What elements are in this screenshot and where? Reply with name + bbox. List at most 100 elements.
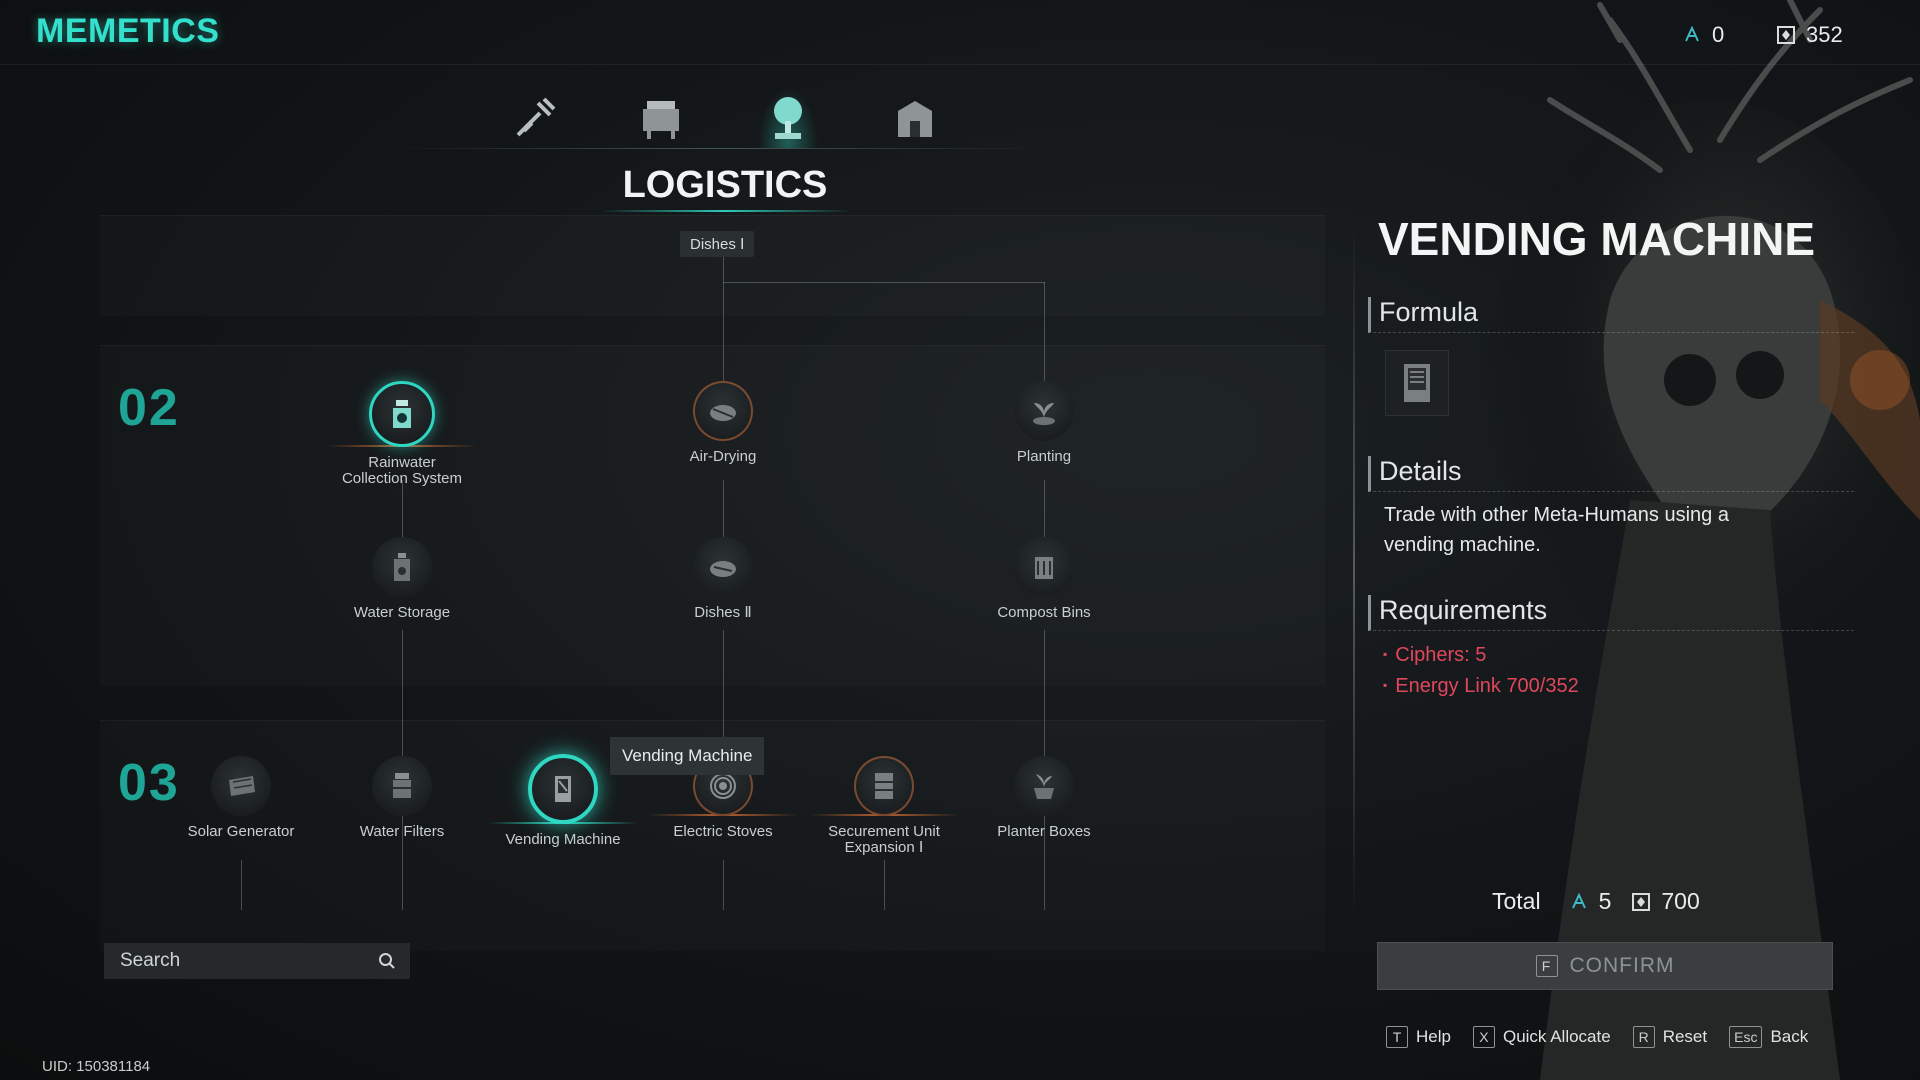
node-water-filters[interactable]: Water Filters	[327, 756, 477, 840]
section-title-glow	[600, 210, 850, 212]
hint-label: Back	[1770, 1027, 1809, 1046]
node-label: Planter Boxes	[997, 823, 1091, 840]
back-hint[interactable]: Esc Back	[1729, 1026, 1808, 1048]
water-jug-icon	[372, 537, 432, 597]
key-badge: T	[1386, 1026, 1408, 1048]
cipher-icon	[1685, 25, 1699, 42]
section-title: LOGISTICS	[622, 164, 828, 206]
node-tooltip: Vending Machine	[610, 737, 765, 775]
vending-machine-icon	[1404, 364, 1430, 402]
workbench-icon	[643, 101, 679, 139]
total-label: Total	[1492, 888, 1541, 914]
ciphers-counter: 0	[1682, 22, 1724, 48]
node-label: Rainwater Collection System	[341, 454, 463, 487]
details-text: Trade with other Meta-Humans using a ven…	[1384, 504, 1729, 556]
drying-rack-icon	[693, 381, 753, 441]
reset-hint[interactable]: R Reset	[1632, 1026, 1708, 1048]
wrench-tools-icon	[516, 97, 556, 137]
bottle-icon	[369, 381, 435, 447]
search-box[interactable]	[104, 943, 410, 979]
page-title: MEMETICS	[36, 12, 220, 50]
total-energy: 700	[1661, 888, 1700, 914]
requirement-energy-link: Energy Link 700/352	[1383, 675, 1578, 698]
node-water-storage[interactable]: Water Storage	[327, 537, 477, 621]
node-planter-boxes[interactable]: Planter Boxes	[969, 756, 1119, 840]
connector	[723, 630, 724, 740]
node-label: Air-Drying	[689, 448, 757, 465]
filter-icon	[372, 756, 432, 816]
node-securement-unit-expansion[interactable]: Securement Unit Expansion Ⅰ	[809, 756, 959, 856]
search-input[interactable]	[118, 949, 362, 973]
vending-machine-icon	[528, 754, 598, 824]
solar-panel-icon	[211, 756, 271, 816]
cipher-icon	[1571, 892, 1586, 908]
tier-02-label: 02	[118, 379, 180, 437]
node-solar-generator[interactable]: Solar Generator	[166, 756, 316, 840]
building-icon	[898, 101, 932, 137]
node-compost-bins[interactable]: Compost Bins	[969, 537, 1119, 621]
details-heading: Details	[1368, 456, 1854, 492]
panel-divider	[1353, 220, 1355, 920]
node-planting[interactable]: Planting	[969, 381, 1119, 465]
node-label: Planting	[1016, 448, 1072, 465]
confirm-label: CONFIRM	[1569, 954, 1675, 977]
tab-workbench[interactable]	[632, 88, 692, 148]
energy-link-icon	[1777, 26, 1795, 44]
dish-icon	[693, 537, 753, 597]
connector	[723, 480, 724, 540]
confirm-button[interactable]: F CONFIRM	[1377, 942, 1833, 990]
tab-logistics[interactable]	[758, 88, 818, 148]
search-icon[interactable]	[378, 952, 396, 970]
node-rainwater-collection[interactable]: Rainwater Collection System	[327, 381, 477, 487]
requirement-ciphers: Ciphers: 5	[1383, 644, 1486, 667]
key-badge: R	[1632, 1026, 1655, 1048]
node-label: Dishes Ⅱ	[694, 604, 752, 621]
safe-unit-icon	[854, 756, 914, 816]
connector	[884, 860, 885, 910]
node-dishes-i[interactable]: Dishes Ⅰ	[680, 231, 755, 257]
connector	[723, 252, 724, 402]
top-bar	[0, 0, 1920, 65]
node-label: Solar Generator	[187, 823, 295, 840]
tab-tools[interactable]	[505, 88, 565, 148]
node-label: Water Storage	[353, 604, 451, 621]
connector	[723, 282, 1045, 283]
requirements-heading: Requirements	[1368, 595, 1854, 631]
node-label: Securement Unit Expansion Ⅰ	[828, 823, 940, 856]
key-badge: Esc	[1729, 1026, 1763, 1048]
tab-building[interactable]	[885, 88, 945, 148]
total-ciphers: 5	[1598, 888, 1612, 914]
tree-logistics-icon	[774, 97, 802, 139]
total-cost: Total 5 700	[1492, 888, 1700, 915]
sprout-icon	[1014, 381, 1074, 441]
connector	[723, 860, 724, 910]
detail-title: VENDING MACHINE	[1378, 213, 1816, 265]
key-badge: X	[1472, 1026, 1495, 1048]
node-label: Electric Stoves	[673, 823, 773, 840]
user-id: UID: 150381184	[42, 1058, 151, 1075]
connector	[1044, 480, 1045, 540]
node-label: Water Filters	[359, 823, 445, 840]
connector	[402, 480, 403, 540]
node-label: Compost Bins	[997, 604, 1091, 621]
planter-box-icon	[1014, 756, 1074, 816]
node-label: Vending Machine	[505, 831, 621, 848]
energy-link-counter: 352	[1776, 22, 1843, 48]
connector	[241, 860, 242, 910]
help-hint[interactable]: T Help	[1386, 1026, 1451, 1048]
formula-item-slot[interactable]	[1385, 350, 1449, 416]
ciphers-value: 0	[1712, 22, 1725, 47]
node-dishes-ii[interactable]: Dishes Ⅱ	[648, 537, 798, 621]
tabs-divider	[390, 148, 1050, 149]
formula-heading: Formula	[1368, 297, 1854, 333]
energy-link-icon	[1632, 892, 1651, 911]
hint-label: Help	[1416, 1027, 1451, 1046]
quick-allocate-hint[interactable]: X Quick Allocate	[1472, 1026, 1611, 1048]
node-air-drying[interactable]: Air-Drying	[648, 381, 798, 465]
energy-link-value: 352	[1806, 22, 1843, 47]
bin-icon	[1014, 537, 1074, 597]
hint-label: Reset	[1662, 1027, 1708, 1046]
keybind-hints: T Help X Quick Allocate R Reset Esc Back	[1386, 1026, 1808, 1048]
confirm-key: F	[1535, 955, 1558, 977]
hint-label: Quick Allocate	[1502, 1027, 1611, 1046]
